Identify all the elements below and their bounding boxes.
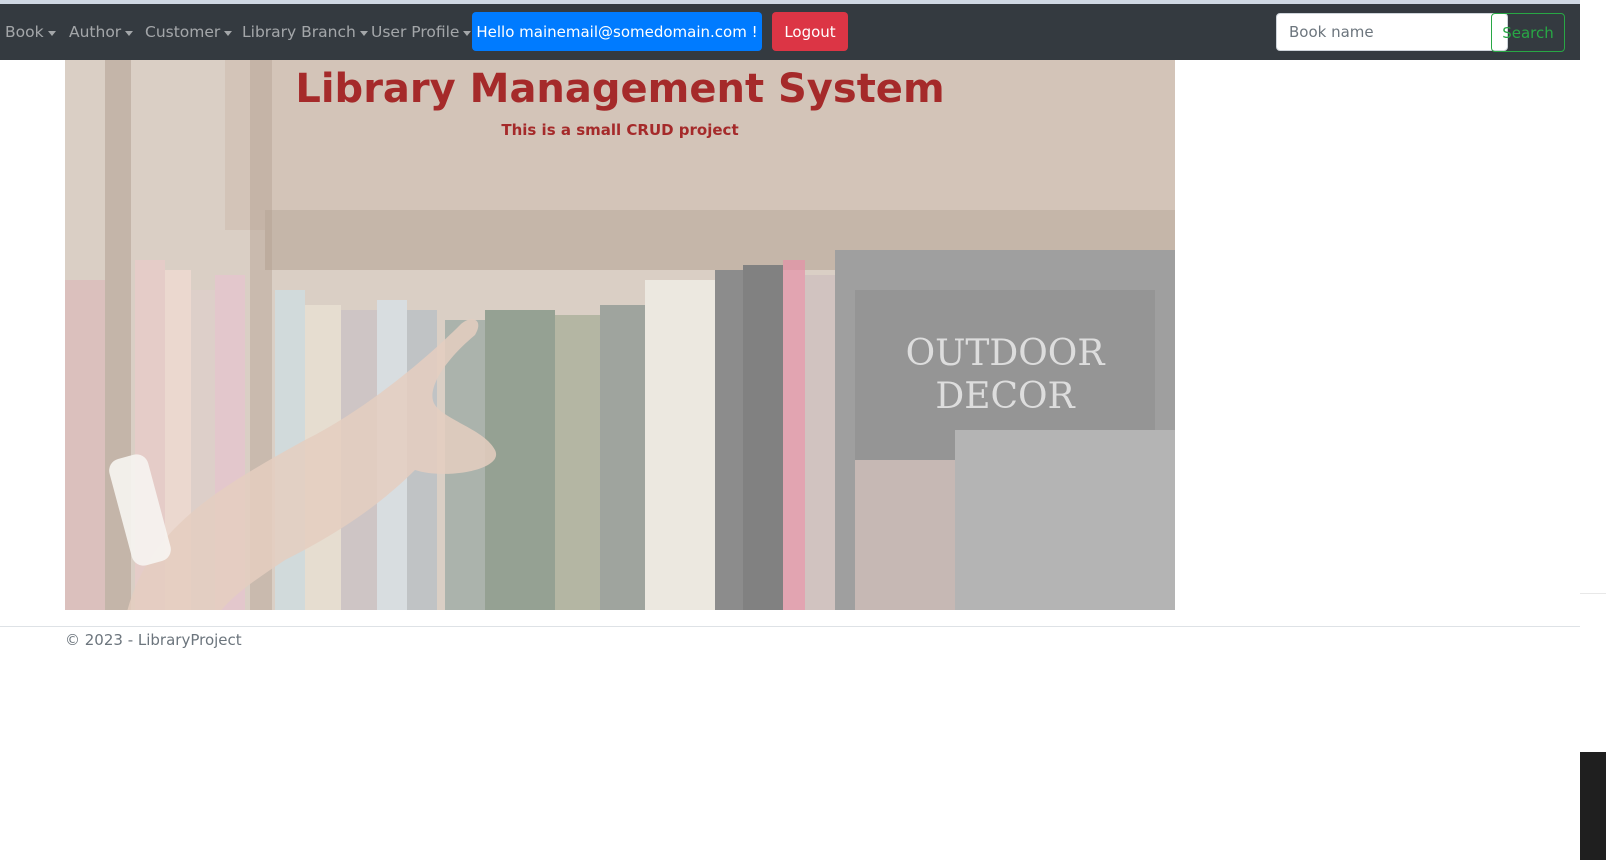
nav-item-label: Library Branch: [242, 23, 356, 41]
nav-item-label: Book: [5, 23, 44, 41]
dark-corner-panel: [1580, 752, 1606, 860]
search-button[interactable]: Search: [1491, 13, 1565, 52]
nav-item-label: User Profile: [371, 23, 460, 41]
footer-copyright: © 2023 - LibraryProject: [65, 631, 242, 649]
navbar: Book Author Customer Library Branch User…: [0, 4, 1580, 60]
footer-divider: [0, 626, 1580, 627]
right-edge-divider: [1580, 593, 1606, 594]
page-title: Library Management System: [295, 66, 945, 112]
caret-down-icon: [47, 30, 56, 36]
hero-banner: OUTDOOR DECOR Library Management System …: [65, 60, 1175, 610]
caret-down-icon: [224, 30, 233, 36]
nav-dropdown-author[interactable]: Author: [69, 4, 134, 60]
page-subtitle: This is a small CRUD project: [501, 121, 739, 139]
hero-image-overlay: [65, 60, 1175, 610]
caret-down-icon: [359, 30, 368, 36]
nav-dropdown-user-profile[interactable]: User Profile: [371, 4, 472, 60]
nav-item-label: Author: [69, 23, 122, 41]
logout-button[interactable]: Logout: [772, 12, 848, 51]
nav-dropdown-library-branch[interactable]: Library Branch: [242, 4, 368, 60]
nav-item-label: Customer: [145, 23, 221, 41]
caret-down-icon: [463, 30, 472, 36]
nav-dropdown-customer[interactable]: Customer: [145, 4, 233, 60]
book-search-input[interactable]: [1276, 13, 1508, 51]
nav-dropdown-book[interactable]: Book: [5, 4, 56, 60]
hello-user-button[interactable]: Hello mainemail@somedomain.com !: [472, 12, 762, 51]
caret-down-icon: [125, 30, 134, 36]
